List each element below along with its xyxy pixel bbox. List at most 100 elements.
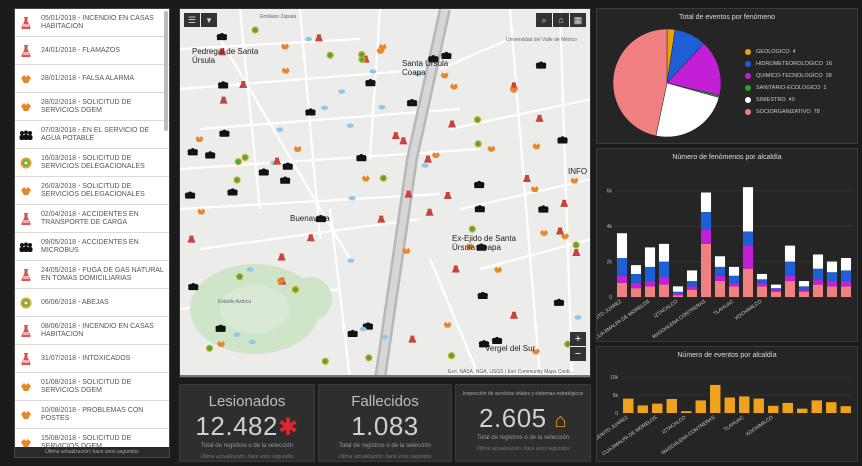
- bar[interactable]: [826, 272, 838, 282]
- bar[interactable]: [742, 187, 754, 232]
- bar[interactable]: [840, 286, 852, 297]
- bar[interactable]: [728, 266, 740, 276]
- drop-marker-icon[interactable]: [321, 105, 329, 110]
- flask-marker-icon[interactable]: [448, 120, 457, 128]
- crowd-marker-icon[interactable]: [279, 176, 291, 184]
- bar[interactable]: [812, 268, 824, 280]
- flask-marker-icon[interactable]: [408, 335, 417, 343]
- drop-marker-icon[interactable]: [421, 163, 429, 168]
- legend-item[interactable]: GEOLOGICO 4: [745, 49, 796, 55]
- bar[interactable]: [672, 291, 684, 294]
- crowd-marker-icon[interactable]: [557, 136, 568, 144]
- crowd-marker-icon[interactable]: [356, 154, 367, 162]
- hands-marker-icon[interactable]: [443, 321, 452, 328]
- map-hscrollbar[interactable]: [180, 375, 590, 377]
- crowd-marker-icon[interactable]: [477, 291, 488, 300]
- ring-marker-icon[interactable]: [291, 286, 300, 294]
- bar[interactable]: [728, 286, 740, 297]
- list-item[interactable]: 28/01/2018 - FALSA ALARMA: [15, 65, 169, 93]
- bar[interactable]: [812, 284, 824, 297]
- list-item[interactable]: 08/06/2018 - INCENDIO EN CASAS HABITACIO…: [15, 317, 169, 345]
- bar[interactable]: [630, 282, 642, 289]
- bar[interactable]: [826, 402, 837, 413]
- flask-marker-icon[interactable]: [277, 253, 286, 261]
- hands-marker-icon[interactable]: [361, 175, 370, 182]
- bar[interactable]: [700, 211, 712, 230]
- crowd-marker-icon[interactable]: [282, 162, 293, 170]
- hands-marker-icon[interactable]: [293, 145, 302, 152]
- bar[interactable]: [840, 281, 852, 287]
- bar[interactable]: [710, 384, 721, 413]
- drop-marker-icon[interactable]: [338, 89, 346, 94]
- legend-item[interactable]: QUIMICO-TECNOLOGICO 28: [745, 73, 832, 79]
- bar[interactable]: [644, 247, 656, 267]
- ring-marker-icon[interactable]: [236, 273, 244, 281]
- list-item[interactable]: 10/08/2018 - PROBLEMAS CON POSTES: [15, 401, 169, 429]
- ring-marker-icon[interactable]: [468, 225, 476, 233]
- legend-item[interactable]: SINIESTRO 40: [745, 97, 795, 103]
- bar[interactable]: [826, 286, 838, 297]
- ring-marker-icon[interactable]: [326, 51, 334, 59]
- bar[interactable]: [739, 396, 750, 413]
- bar[interactable]: [840, 406, 851, 413]
- ring-marker-icon[interactable]: [473, 116, 482, 124]
- bar[interactable]: [840, 258, 852, 271]
- bar[interactable]: [826, 261, 838, 273]
- pie-slice[interactable]: [612, 28, 668, 137]
- bar[interactable]: [686, 289, 698, 297]
- hands-marker-icon[interactable]: [195, 136, 204, 143]
- bar[interactable]: [756, 286, 768, 297]
- crowd-marker-icon[interactable]: [216, 32, 228, 41]
- ring-marker-icon[interactable]: [447, 352, 456, 360]
- bar[interactable]: [728, 275, 740, 283]
- map-view[interactable]: Emiliano Zapata Pedregal de Santa Úrsula S…: [179, 8, 591, 378]
- ring-marker-icon[interactable]: [234, 158, 242, 166]
- bar[interactable]: [686, 270, 698, 282]
- bar[interactable]: [782, 402, 793, 413]
- bar[interactable]: [797, 408, 808, 413]
- crowd-marker-icon[interactable]: [365, 79, 376, 87]
- zoom-out-button[interactable]: −: [570, 347, 586, 361]
- bar[interactable]: [756, 279, 768, 283]
- bar[interactable]: [658, 284, 670, 297]
- bar[interactable]: [770, 288, 782, 290]
- hands-marker-icon[interactable]: [539, 229, 548, 236]
- flask-marker-icon[interactable]: [425, 208, 434, 216]
- crowd-marker-icon[interactable]: [227, 188, 238, 196]
- drop-marker-icon[interactable]: [381, 334, 389, 340]
- crowd-marker-icon[interactable]: [187, 148, 198, 156]
- ring-marker-icon[interactable]: [233, 176, 241, 184]
- drop-marker-icon[interactable]: [305, 36, 313, 42]
- flask-marker-icon[interactable]: [451, 265, 460, 273]
- bar[interactable]: [728, 282, 740, 287]
- crowd-marker-icon[interactable]: [538, 205, 549, 213]
- drop-marker-icon[interactable]: [346, 123, 354, 128]
- crowd-marker-icon[interactable]: [188, 282, 199, 291]
- flask-marker-icon[interactable]: [377, 215, 386, 223]
- ring-marker-icon[interactable]: [379, 174, 387, 182]
- flask-marker-icon[interactable]: [556, 227, 565, 235]
- bar[interactable]: [798, 291, 810, 297]
- crowd-marker-icon[interactable]: [474, 180, 485, 189]
- list-item[interactable]: 16/03/2018 - SOLICITUD DE SERVICIOS DELE…: [15, 149, 169, 177]
- basemap-icon[interactable]: ▦: [570, 13, 586, 27]
- flask-marker-icon[interactable]: [509, 311, 518, 319]
- bar[interactable]: [770, 289, 782, 292]
- flask-marker-icon[interactable]: [187, 235, 196, 243]
- drop-marker-icon[interactable]: [359, 326, 367, 332]
- crowd-marker-icon[interactable]: [406, 99, 418, 107]
- crowd-marker-icon[interactable]: [217, 81, 229, 89]
- pie-chart[interactable]: [597, 23, 859, 143]
- bar[interactable]: [812, 279, 824, 285]
- drop-marker-icon[interactable]: [369, 69, 377, 74]
- bar[interactable]: [681, 411, 692, 413]
- bar[interactable]: [652, 403, 663, 413]
- bar[interactable]: [826, 281, 838, 287]
- legend-item[interactable]: HIDROMETEOROLOGICO 16: [745, 61, 832, 67]
- bar[interactable]: [630, 288, 642, 297]
- bar[interactable]: [784, 281, 796, 297]
- bar[interactable]: [637, 405, 648, 413]
- bar[interactable]: [840, 270, 852, 282]
- bar[interactable]: [742, 268, 754, 297]
- ring-marker-icon[interactable]: [358, 51, 366, 59]
